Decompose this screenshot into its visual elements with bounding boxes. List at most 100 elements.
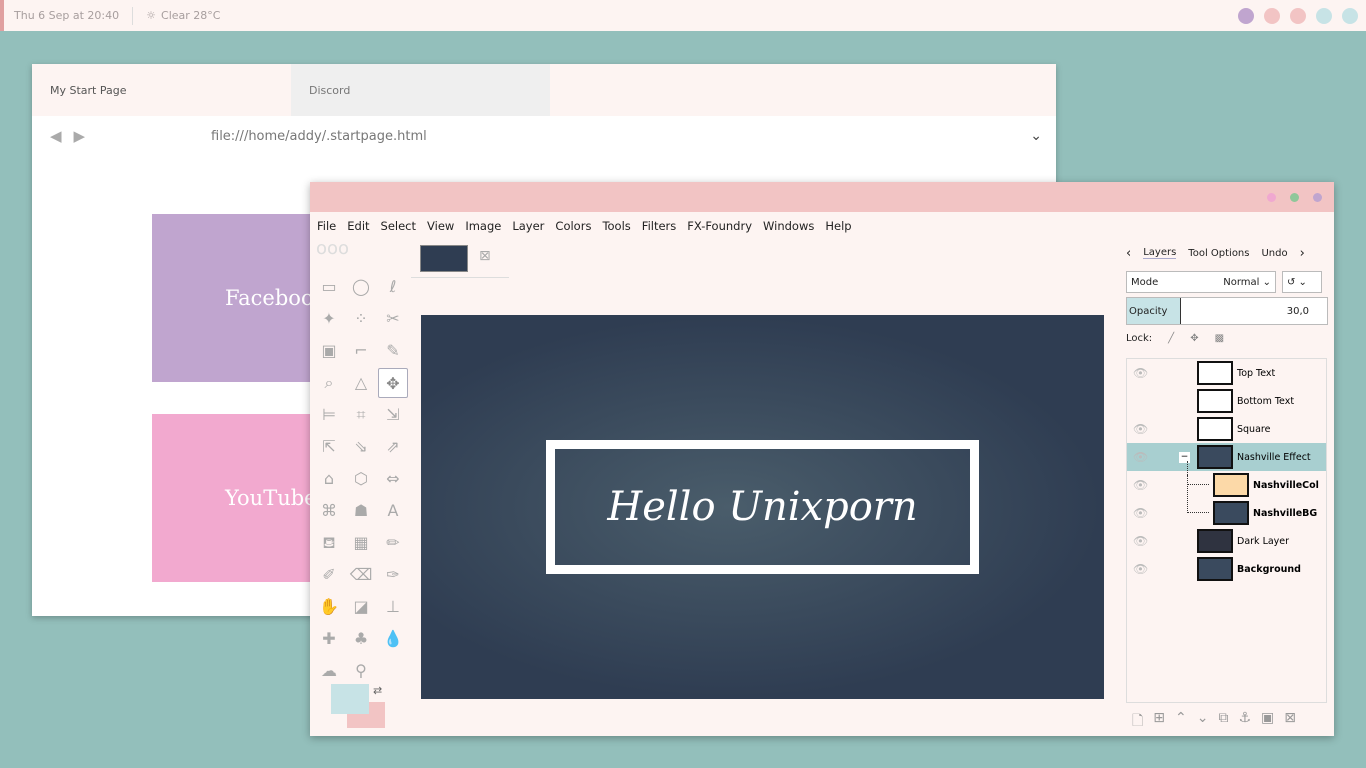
swap-colors-icon[interactable]: ⇄	[373, 684, 382, 697]
menu-edit[interactable]: Edit	[347, 219, 369, 233]
tool-icon[interactable]: A	[378, 496, 408, 526]
raise-layer-icon[interactable]: ⌃	[1175, 710, 1187, 734]
tool-icon[interactable]: △	[346, 368, 376, 398]
tool-icon[interactable]: ◪	[346, 592, 376, 622]
mode-select[interactable]: Mode Normal ⌄	[1126, 271, 1276, 293]
layer-row[interactable]: 👁 Square	[1127, 415, 1326, 443]
eye-icon[interactable]: 👁	[1133, 366, 1148, 380]
image-thumbnail[interactable]	[420, 245, 468, 272]
menu-colors[interactable]: Colors	[555, 219, 591, 233]
menu-tools[interactable]: Tools	[602, 219, 630, 233]
eye-icon[interactable]: 👁	[1133, 534, 1148, 548]
workspace-dot[interactable]	[1264, 8, 1280, 24]
tool-icon[interactable]: ⇲	[378, 400, 408, 430]
back-button[interactable]: ◀	[50, 127, 62, 145]
tool-icon[interactable]: ✎	[378, 336, 408, 366]
tab-layers[interactable]: Layers	[1143, 247, 1177, 259]
next-tab-icon[interactable]: ›	[1300, 246, 1305, 261]
tool-icon[interactable]: ⇗	[378, 432, 408, 462]
menu-windows[interactable]: Windows	[763, 219, 814, 233]
tool-icon[interactable]: ⌂	[314, 464, 344, 494]
tool-icon[interactable]: ✏	[378, 528, 408, 558]
tool-icon[interactable]: ☁	[314, 656, 344, 686]
tool-icon[interactable]: ⊨	[314, 400, 344, 430]
menu-file[interactable]: File	[317, 219, 336, 233]
layer-row[interactable]: 👁 − Nashville Effect	[1127, 443, 1326, 471]
new-layer-icon[interactable]: 🗋	[1132, 710, 1143, 734]
lower-layer-icon[interactable]: ⌄	[1197, 710, 1209, 734]
tool-icon[interactable]: ⛾	[314, 528, 344, 558]
tool-icon[interactable]: ✂	[378, 304, 408, 334]
tool-icon[interactable]: ✦	[314, 304, 344, 334]
workspace-dot[interactable]	[1342, 8, 1358, 24]
prev-tab-icon[interactable]: ‹	[1126, 246, 1131, 261]
tool-icon[interactable]: ⊥	[378, 592, 408, 622]
tool-icon[interactable]: ℓ	[378, 272, 408, 302]
tool-icon[interactable]: ✥	[378, 368, 408, 398]
tool-icon[interactable]: ⚲	[346, 656, 376, 686]
url-bar[interactable]: file:///home/addy/.startpage.html	[211, 129, 427, 144]
eye-icon[interactable]: 👁	[1133, 450, 1148, 464]
lock-pixels-icon[interactable]: ╱	[1168, 333, 1174, 344]
tool-icon[interactable]: ✚	[314, 624, 344, 654]
workspace-dot[interactable]	[1290, 8, 1306, 24]
layer-row[interactable]: 👁 NashvilleBG	[1127, 475, 1326, 527]
lock-position-icon[interactable]: ✥	[1190, 333, 1198, 344]
tool-icon[interactable]: ✐	[314, 560, 344, 590]
tool-icon[interactable]: ⌐	[346, 336, 376, 366]
forward-button[interactable]: ▶	[74, 127, 86, 145]
tool-icon[interactable]: ⁘	[346, 304, 376, 334]
chevron-down-icon[interactable]: ⌄	[1030, 128, 1042, 144]
minimize-button[interactable]	[1267, 193, 1276, 202]
tool-icon[interactable]: ♣	[346, 624, 376, 654]
layer-row[interactable]: 👁 NashvilleCol	[1127, 461, 1326, 499]
maximize-button[interactable]	[1290, 193, 1299, 202]
tool-icon[interactable]: ▭	[314, 272, 344, 302]
eye-icon[interactable]: 👁	[1133, 562, 1148, 576]
tool-icon[interactable]: ⇱	[314, 432, 344, 462]
eye-icon[interactable]: 👁	[1133, 422, 1148, 436]
menu-select[interactable]: Select	[381, 219, 416, 233]
tab-discord[interactable]: Discord	[291, 64, 550, 116]
anchor-icon[interactable]: ⚓	[1238, 710, 1251, 734]
tool-icon[interactable]: ✋	[314, 592, 344, 622]
image-canvas[interactable]: Hello Unixporn	[421, 315, 1104, 699]
close-button[interactable]	[1313, 193, 1322, 202]
tool-icon[interactable]: ☗	[346, 496, 376, 526]
opacity-slider[interactable]: Opacity 30,0	[1126, 297, 1328, 325]
mask-icon[interactable]: ▣	[1261, 710, 1274, 734]
delete-layer-icon[interactable]: ⊠	[1284, 710, 1296, 734]
reset-mode-button[interactable]: ↺ ⌄	[1282, 271, 1322, 293]
foreground-color-swatch[interactable]	[331, 684, 369, 714]
tool-icon[interactable]: ⌫	[346, 560, 376, 590]
tab-tool-options[interactable]: Tool Options	[1188, 248, 1249, 259]
menu-filters[interactable]: Filters	[642, 219, 676, 233]
close-image-icon[interactable]: ⊠	[479, 248, 491, 264]
menu-layer[interactable]: Layer	[512, 219, 544, 233]
tool-icon[interactable]: ⇔	[378, 464, 408, 494]
tool-icon[interactable]: ⬡	[346, 464, 376, 494]
tool-icon[interactable]: 💧	[378, 624, 408, 654]
tool-icon[interactable]: ⌘	[314, 496, 344, 526]
tool-icon[interactable]: ▦	[346, 528, 376, 558]
new-group-icon[interactable]: ⊞	[1153, 710, 1165, 734]
tab-my-start-page[interactable]: My Start Page	[32, 64, 291, 116]
menu-help[interactable]: Help	[825, 219, 851, 233]
tool-icon[interactable]: ⌗	[346, 400, 376, 430]
menu-image[interactable]: Image	[465, 219, 501, 233]
eye-icon[interactable]: 👁	[1133, 506, 1148, 520]
duplicate-layer-icon[interactable]: ⧉	[1218, 710, 1228, 734]
layer-row[interactable]: 👁 Background	[1127, 555, 1326, 583]
tab-undo[interactable]: Undo	[1261, 248, 1287, 259]
tool-icon[interactable]: ▣	[314, 336, 344, 366]
lock-alpha-icon[interactable]: ▩	[1215, 333, 1224, 344]
tool-icon[interactable]: ✑	[378, 560, 408, 590]
layer-row[interactable]: Bottom Text	[1127, 387, 1326, 415]
menu-fx-foundry[interactable]: FX-Foundry	[687, 219, 752, 233]
eye-icon[interactable]: 👁	[1133, 478, 1148, 492]
workspace-dot[interactable]	[1316, 8, 1332, 24]
menu-view[interactable]: View	[427, 219, 454, 233]
layer-row[interactable]: 👁 Dark Layer	[1127, 527, 1326, 555]
layer-row[interactable]: 👁 Top Text	[1127, 359, 1326, 387]
tool-icon[interactable]: ◯	[346, 272, 376, 302]
